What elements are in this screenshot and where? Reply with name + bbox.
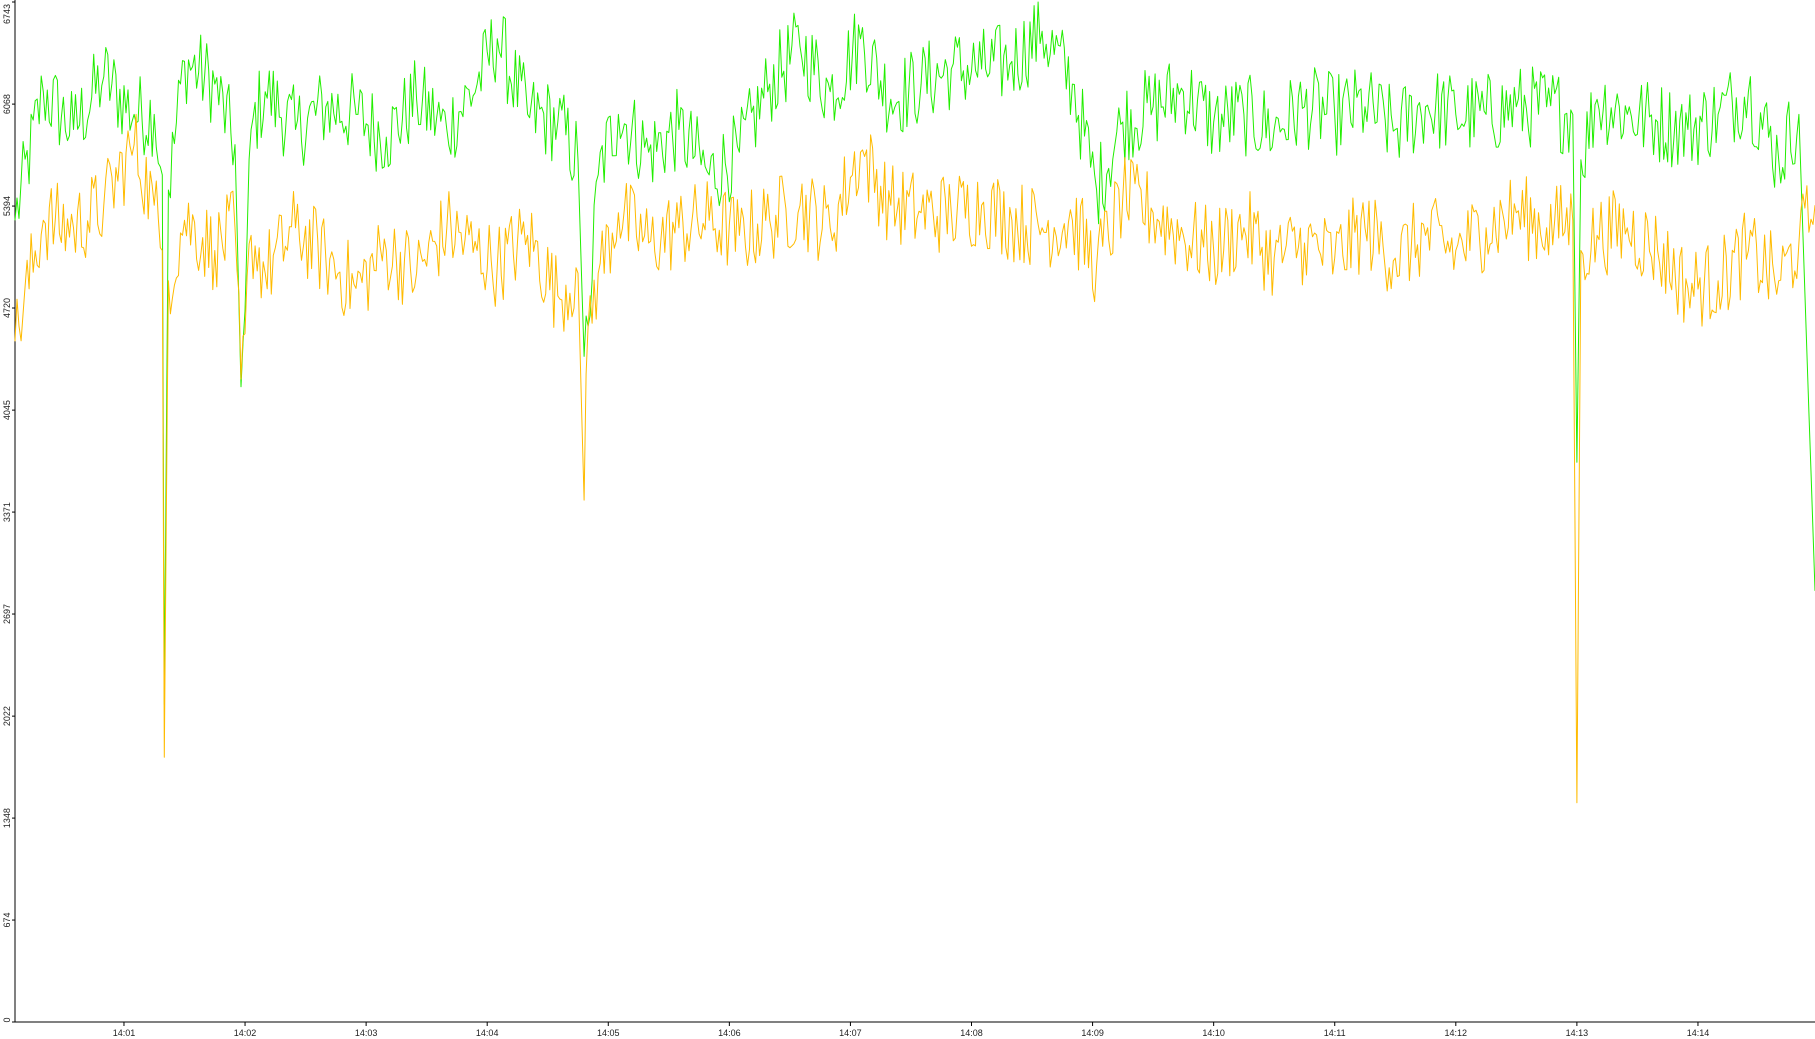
y-tick-label: 6743: [2, 4, 12, 24]
x-tick-label: 14:08: [960, 1028, 983, 1038]
y-tick-label: 0: [2, 1017, 12, 1022]
chart-area: 0 674 1348 2022 2697 3371 4045 4720 5394 6068 6743…: [0, 0, 1815, 1039]
x-tick-label: 14:14: [1687, 1028, 1710, 1038]
x-tick-label: 14:03: [355, 1028, 378, 1038]
x-tick-label: 14:11: [1324, 1028, 1346, 1038]
y-tick-label: 1348: [2, 808, 12, 828]
y-tick-label: 6068: [2, 94, 12, 114]
y-tick-label: 4045: [2, 400, 12, 420]
y-tick-label: 674: [2, 913, 12, 928]
x-tick-label: 14:12: [1445, 1028, 1468, 1038]
x-tick-label: 14:04: [476, 1028, 499, 1038]
x-tick-label: 14:02: [234, 1028, 257, 1038]
y-tick-label: 2022: [2, 706, 12, 726]
x-tick-label: 14:13: [1566, 1028, 1589, 1038]
y-tick-label: 5394: [2, 196, 12, 216]
y-tick-label: 3371: [2, 502, 12, 522]
y-tick-label: 4720: [2, 298, 12, 318]
x-tick-label: 14:09: [1081, 1028, 1104, 1038]
x-tick-label: 14:07: [839, 1028, 862, 1038]
chart-background: [0, 0, 1815, 1039]
line-chart: 0 674 1348 2022 2697 3371 4045 4720 5394 6068 6743…: [0, 0, 1815, 1039]
x-tick-label: 14:06: [718, 1028, 741, 1038]
x-tick-label: 14:10: [1202, 1028, 1225, 1038]
x-tick-label: 14:01: [113, 1028, 136, 1038]
x-tick-label: 14:05: [597, 1028, 620, 1038]
y-tick-label: 2697: [2, 604, 12, 624]
